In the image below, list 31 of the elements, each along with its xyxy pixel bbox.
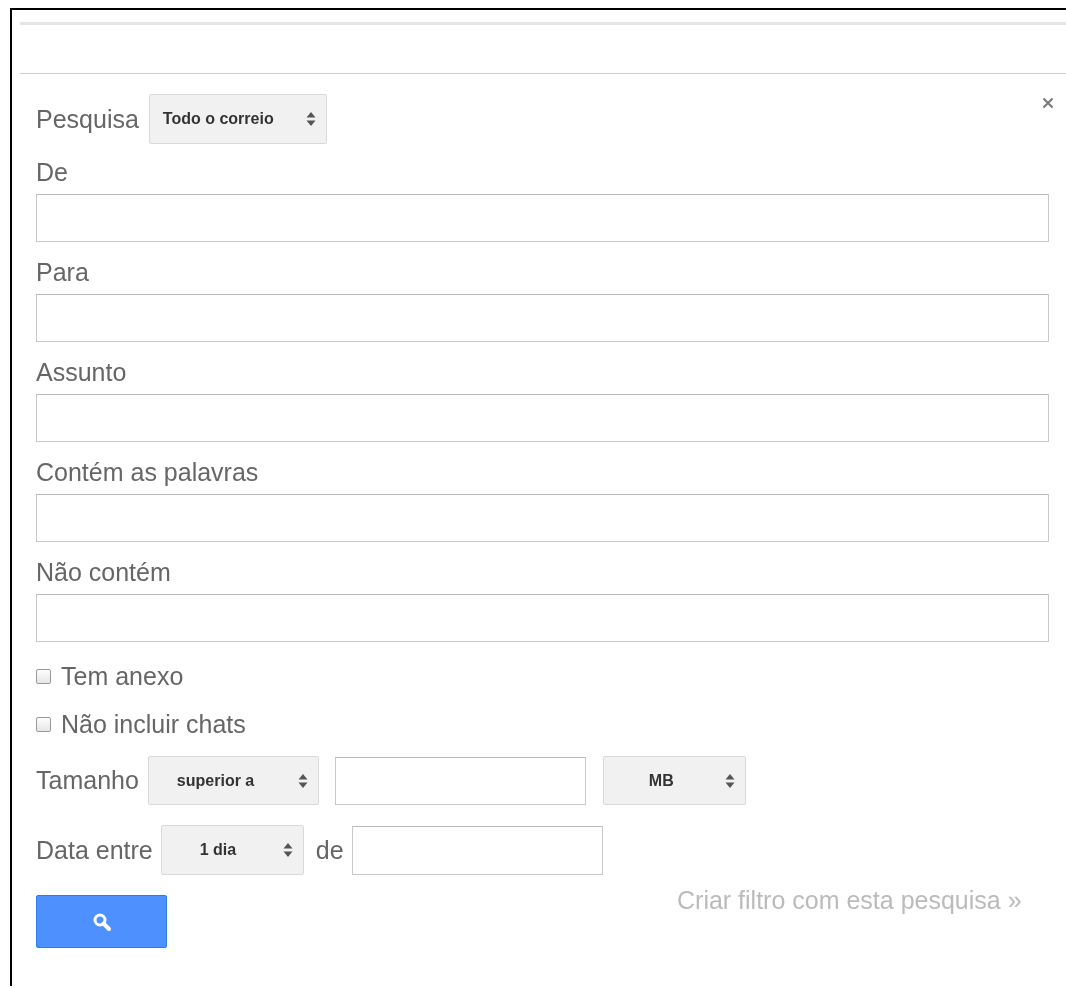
comparator-dropdown[interactable]: superior a <box>147 756 319 805</box>
input-field[interactable] <box>36 494 1049 542</box>
field-label: Contém as palavras <box>36 458 260 486</box>
unit-dropdown[interactable]: MB <box>602 756 746 805</box>
input-field[interactable] <box>36 294 1049 342</box>
input-field[interactable] <box>36 194 1049 242</box>
size-field[interactable] <box>334 756 586 805</box>
search-icon <box>91 911 112 932</box>
sort-arrows-icon <box>297 772 308 789</box>
field-label: Para <box>36 258 90 286</box>
search-button[interactable] <box>36 895 167 948</box>
date-label: Data entre <box>36 835 153 865</box>
checkbox[interactable] <box>36 668 51 684</box>
checkbox-label: Não incluir chats <box>61 709 246 739</box>
field-label: Não contém <box>36 558 172 586</box>
sort-arrows-icon <box>724 772 735 789</box>
scope-dropdown[interactable]: Todo o correio <box>148 94 327 144</box>
field-label: Assunto <box>36 358 128 386</box>
sort-arrows-icon <box>282 842 293 858</box>
close-icon[interactable] <box>1042 97 1054 109</box>
search-scope-label: Pesquisa <box>36 104 139 134</box>
input-field[interactable] <box>36 594 1049 642</box>
size-label: Tamanho <box>36 766 139 795</box>
checkbox[interactable] <box>36 716 51 732</box>
field-label: De <box>36 158 69 186</box>
date-joiner-label: de <box>315 835 344 865</box>
date-field[interactable] <box>351 825 603 875</box>
checkbox-label: Tem anexo <box>61 661 184 691</box>
date-range-dropdown[interactable]: 1 dia <box>160 825 304 875</box>
input-field[interactable] <box>36 394 1049 442</box>
sort-arrows-icon <box>305 111 316 127</box>
